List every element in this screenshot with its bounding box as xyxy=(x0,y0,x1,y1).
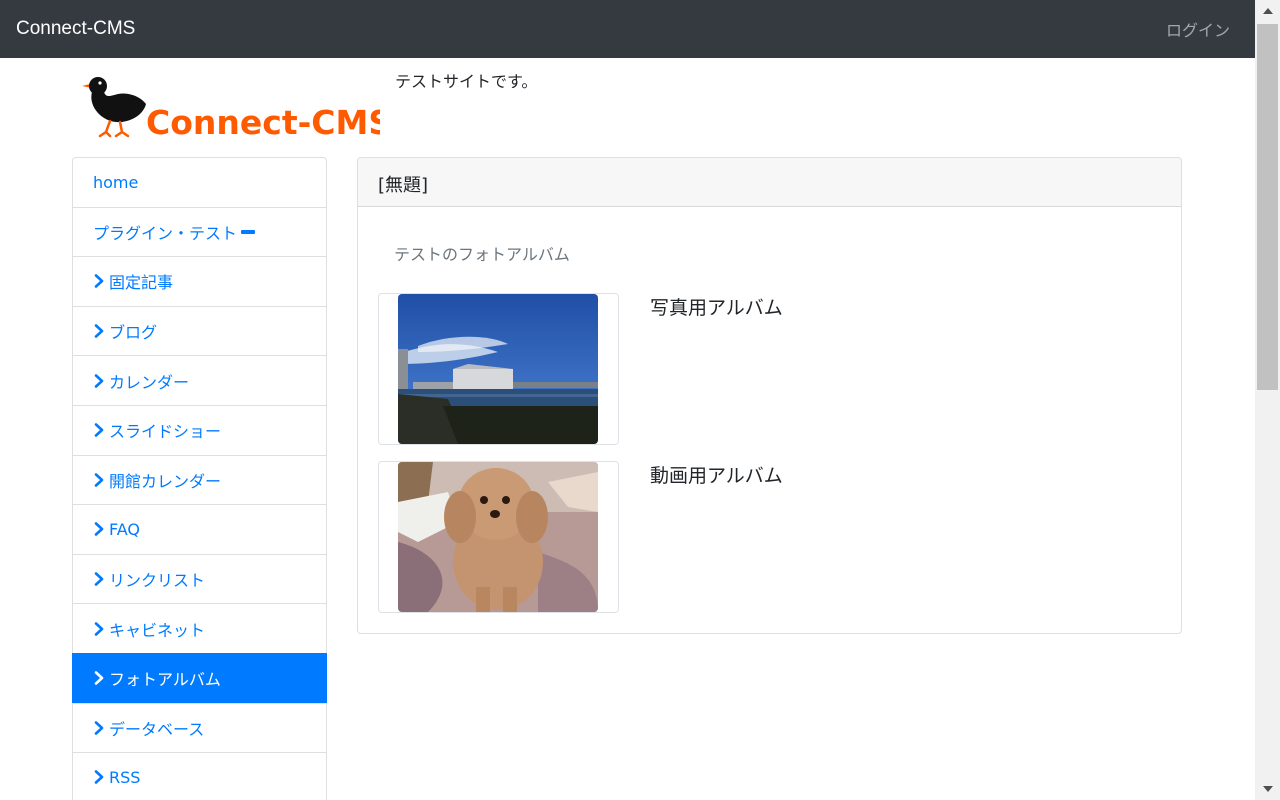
album-title-link[interactable]: 写真用アルバム xyxy=(650,293,783,320)
chevron-right-icon xyxy=(94,572,104,586)
chevron-right-icon xyxy=(94,671,104,686)
sidebar-item-label: 固定記事 xyxy=(109,273,174,293)
chevron-right-icon xyxy=(94,522,104,537)
sidebar-item-label: 開館カレンダー xyxy=(109,471,222,491)
site-header: Connect-CMS テストサイトです。 xyxy=(72,58,1182,153)
vertical-scrollbar[interactable] xyxy=(1255,0,1280,800)
sidebar-item[interactable]: 固定記事 xyxy=(72,256,327,307)
poodle-dog-photo[interactable] xyxy=(398,462,598,612)
page-viewport: Connect-CMS ログイン Connect-CMS テストサイトです。 h… xyxy=(0,0,1255,800)
chevron-right-icon xyxy=(94,423,104,438)
scrollbar-thumb[interactable] xyxy=(1257,24,1278,390)
sidebar-item[interactable]: スライドショー xyxy=(72,404,327,456)
sidebar-item-label: カレンダー xyxy=(109,372,190,392)
sidebar-item[interactable]: RSS xyxy=(72,752,327,800)
sidebar-item-label: FAQ xyxy=(109,519,140,539)
chevron-right-icon xyxy=(94,473,104,487)
sidebar-item-label: データベース xyxy=(109,719,205,739)
scroll-down-icon[interactable] xyxy=(1255,778,1280,800)
sidebar-item-label: プラグイン・テスト xyxy=(93,223,238,243)
collapse-dash-icon xyxy=(241,229,256,234)
chevron-right-icon xyxy=(94,621,104,636)
bird-logo-icon xyxy=(82,77,146,138)
navbar-brand[interactable]: Connect-CMS xyxy=(16,18,135,40)
building-by-water-photo[interactable] xyxy=(398,294,598,444)
sidebar-item[interactable]: カレンダー xyxy=(72,355,327,406)
sidebar-item[interactable]: ブログ xyxy=(72,305,327,357)
chevron-right-icon xyxy=(94,770,104,785)
sidebar-item-label: ブログ xyxy=(109,323,158,343)
sidebar-item-label: RSS xyxy=(109,767,141,787)
album-item: 動画用アルバム xyxy=(378,461,1158,613)
card-title: [無題] xyxy=(358,158,1181,207)
sidebar-item-label: スライドショー xyxy=(109,422,222,442)
album-thumbnail-frame[interactable] xyxy=(378,293,619,445)
side-menu: home プラグイン・テスト固定記事ブログカレンダースライドショー 開館カレンダー F… xyxy=(72,157,327,800)
album-item: 写真用アルバム xyxy=(378,293,1158,445)
album-thumbnail-frame[interactable] xyxy=(378,461,619,613)
sidebar-item[interactable]: データベース xyxy=(72,702,327,754)
sidebar-item-label: キャビネット xyxy=(109,620,206,640)
chevron-right-icon xyxy=(94,324,104,338)
svg-text:Connect-CMS: Connect-CMS xyxy=(146,103,380,142)
sidebar-item[interactable]: 開館カレンダー xyxy=(72,454,327,506)
top-navbar: Connect-CMS ログイン xyxy=(0,0,1255,58)
connect-cms-logo[interactable]: Connect-CMS xyxy=(80,66,380,142)
scroll-up-icon[interactable] xyxy=(1255,0,1280,22)
sidebar-item-label: フォトアルバム xyxy=(109,670,221,690)
sidebar-item[interactable]: フォトアルバム xyxy=(72,652,327,704)
login-link[interactable]: ログイン xyxy=(1166,17,1230,41)
album-description: テストのフォトアルバム xyxy=(394,245,570,264)
sidebar-item[interactable]: リンクリスト xyxy=(72,553,327,605)
sidebar-item[interactable]: FAQ xyxy=(72,504,327,555)
site-description: テストサイトです。 xyxy=(395,72,538,91)
album-title-link[interactable]: 動画用アルバム xyxy=(650,461,783,488)
chevron-right-icon xyxy=(94,721,104,735)
chevron-right-icon xyxy=(94,274,104,289)
sidebar-item-label: home xyxy=(93,172,139,192)
chevron-right-icon xyxy=(94,373,104,388)
photo-album-card: [無題] テストのフォトアルバム 写真用アルバム 動画用アルバム xyxy=(357,157,1182,634)
sidebar-item[interactable]: home xyxy=(72,157,327,208)
sidebar-item[interactable]: プラグイン・テスト xyxy=(72,206,327,258)
sidebar-item-label: リンクリスト xyxy=(109,571,206,591)
sidebar-item[interactable]: キャビネット xyxy=(72,603,327,654)
